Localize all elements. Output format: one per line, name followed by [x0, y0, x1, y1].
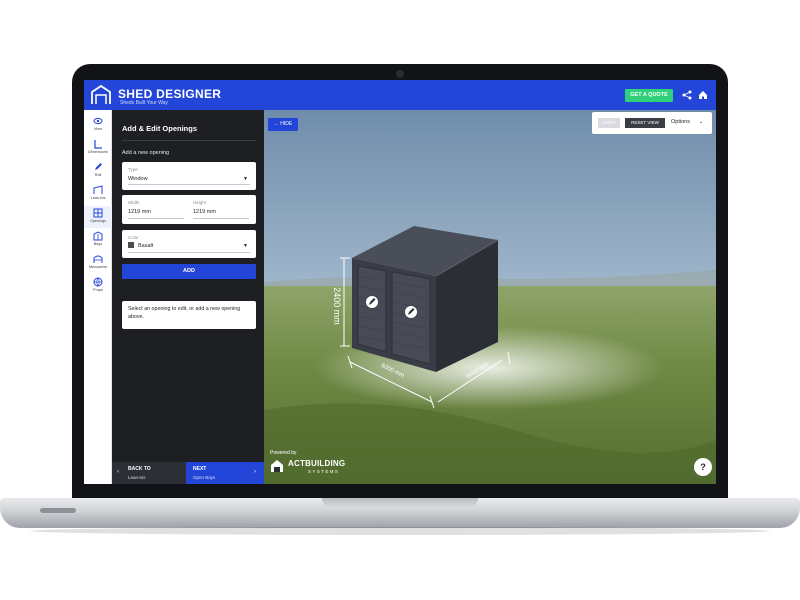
options-dropdown[interactable]: Options — [671, 119, 690, 125]
powered-by-label: Powered by — [270, 450, 297, 456]
rail-label: Bays — [93, 242, 103, 246]
chevron-left-icon: ‹ — [117, 469, 119, 475]
hint-message: Select an opening to edit, or add a new … — [122, 301, 256, 329]
color-value: Basalt — [138, 243, 154, 249]
laptop-shadow — [30, 527, 770, 535]
openings-panel: Add & Edit Openings Add a new opening Ty… — [112, 110, 264, 484]
height-underline — [193, 218, 249, 219]
panel-title: Add & Edit Openings — [122, 124, 197, 133]
add-opening-button[interactable]: ADD — [122, 264, 256, 279]
width-label: Width — [128, 200, 140, 205]
chevron-down-icon: ⌄ — [699, 119, 704, 125]
type-value: Window — [128, 176, 148, 182]
color-label: Color — [128, 235, 139, 240]
next-button[interactable]: NEXT Open Bays › — [186, 462, 264, 484]
app-title: SHED DESIGNER — [118, 87, 222, 101]
rail-label: Roll — [94, 173, 102, 177]
undo-button[interactable]: UNDO — [598, 118, 620, 128]
rail-label: Lean-tos — [90, 196, 106, 200]
chevron-right-icon: › — [254, 469, 256, 475]
mezzanine-icon — [93, 255, 103, 263]
width-input[interactable]: 1219 mm — [128, 209, 151, 215]
hide-panel-button[interactable]: ← HIDE — [268, 118, 298, 131]
share-icon[interactable] — [682, 90, 692, 100]
top-bar: SHED DESIGNER Sheds Built Your Way GET A… — [84, 80, 716, 110]
rail-item-mezzanine[interactable]: Mezzanine — [84, 252, 112, 274]
laptop-foot — [40, 508, 76, 513]
chevron-down-icon: ▼ — [243, 243, 248, 249]
rail-label: Props — [93, 288, 103, 292]
panel-divider — [122, 140, 256, 141]
tool-rail: View Dimensions Roll Lean-tos Openings B… — [84, 110, 112, 484]
rail-item-props[interactable]: Props — [84, 275, 112, 297]
home-icon[interactable] — [698, 90, 708, 100]
ruler-icon — [94, 140, 102, 149]
next-subtitle: Open Bays — [193, 475, 216, 480]
3d-viewport[interactable]: 2400 mm 6000 mm 6000 mm ← HIDE UNDO RESE… — [264, 110, 716, 484]
shed-logo-icon — [91, 84, 111, 104]
height-input[interactable]: 1219 mm — [193, 209, 216, 215]
brand-name: ACTBUILDING — [288, 459, 346, 468]
height-dimension-label: 2400 mm — [332, 287, 342, 325]
rail-label: Dimensions — [88, 150, 108, 154]
rail-item-view[interactable]: View — [84, 114, 112, 136]
act-logo-icon — [271, 460, 283, 472]
rail-item-roll[interactable]: Roll — [84, 160, 112, 182]
rail-label: Openings — [89, 219, 107, 223]
width-underline — [128, 218, 184, 219]
app-tagline: Sheds Built Your Way — [120, 100, 168, 106]
type-select[interactable]: Type Window ▼ — [122, 162, 256, 190]
color-underline — [128, 252, 250, 253]
webcam — [396, 70, 404, 78]
color-select[interactable]: Color Basalt ▼ — [122, 230, 256, 258]
type-label: Type — [128, 167, 138, 172]
rail-item-bays[interactable]: Bays — [84, 229, 112, 251]
rail-item-dimensions[interactable]: Dimensions — [84, 137, 112, 159]
lean-to-icon — [93, 185, 103, 194]
height-label: Height — [193, 200, 207, 205]
next-title: NEXT — [193, 466, 207, 472]
back-button[interactable]: ‹ BACK TO Lean-tos — [112, 462, 186, 484]
window-icon — [93, 208, 103, 218]
panel-subtitle: Add a new opening — [122, 150, 170, 156]
eye-icon — [93, 117, 103, 125]
rail-label: Mezzanine — [88, 265, 108, 269]
reset-view-button[interactable]: RESET VIEW — [625, 118, 665, 128]
back-title: BACK TO — [128, 466, 151, 472]
rail-item-lean-tos[interactable]: Lean-tos — [84, 183, 112, 205]
type-underline — [128, 184, 250, 185]
color-swatch — [128, 242, 134, 248]
rail-item-openings[interactable]: Openings — [84, 206, 112, 228]
back-subtitle: Lean-tos — [128, 475, 146, 480]
rail-label: View — [93, 127, 103, 131]
chevron-down-icon: ▼ — [243, 176, 248, 182]
globe-icon — [93, 277, 103, 287]
size-fields: Width 1219 mm Height 1219 mm — [122, 195, 256, 224]
brand-subtitle: SYSTEMS — [308, 469, 340, 474]
get-quote-button[interactable]: GET A QUOTE — [625, 89, 673, 102]
pencil-icon — [95, 163, 102, 170]
view-toolbar: UNDO RESET VIEW Options ⌄ — [592, 112, 712, 134]
app-screen: SHED DESIGNER Sheds Built Your Way GET A… — [84, 80, 716, 484]
help-button[interactable]: ? — [694, 458, 712, 476]
scene-render: 2400 mm 6000 mm 6000 mm — [264, 110, 716, 484]
laptop-notch — [322, 498, 478, 508]
bays-icon — [93, 231, 103, 241]
